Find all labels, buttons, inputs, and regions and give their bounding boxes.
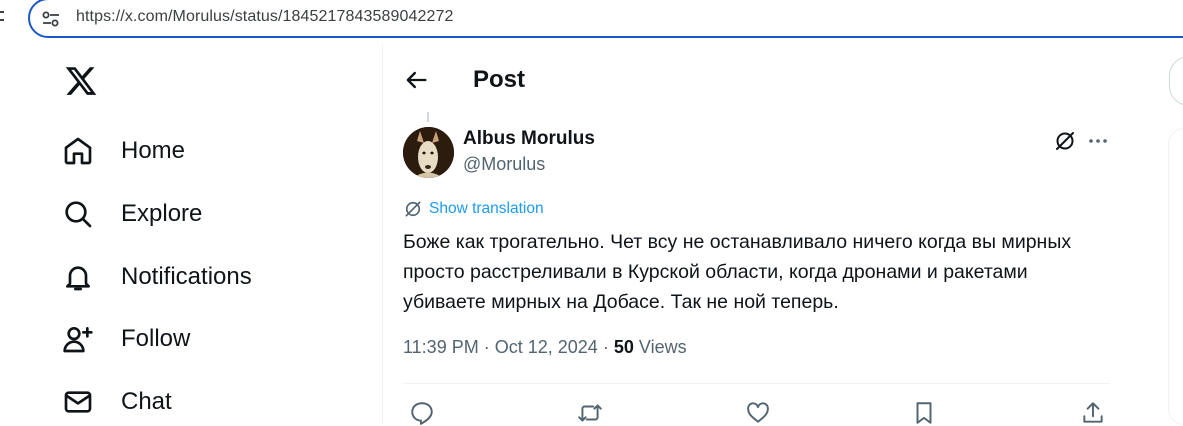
views-count: 50	[613, 337, 634, 357]
show-translation-link[interactable]: Show translation	[429, 200, 544, 218]
nav-item-notifications[interactable]: Notifications	[62, 257, 252, 297]
avatar[interactable]	[403, 127, 454, 178]
x-logo-icon[interactable]	[64, 64, 98, 98]
grok-icon[interactable]	[1053, 129, 1077, 153]
nav-label-chat: Chat	[121, 388, 172, 415]
browser-toolbar: https://x.com/Morulus/status/18452178435…	[0, 0, 1183, 44]
more-options-icon[interactable]	[1086, 129, 1110, 153]
page-title: Post	[473, 66, 526, 93]
tweet-time[interactable]: 11:39 PM	[403, 337, 479, 357]
search-icon	[62, 198, 94, 230]
site-settings-icon[interactable]	[41, 10, 61, 28]
repost-icon[interactable]	[577, 400, 603, 426]
bookmark-icon[interactable]	[911, 400, 937, 426]
meta-separator: ·	[483, 337, 490, 357]
views-label: Views	[638, 337, 687, 357]
thread-line	[427, 112, 429, 122]
tweet-meta: 11:39 PM · Oct 12, 2024 · 50 Views	[403, 337, 687, 358]
reply-icon[interactable]	[409, 400, 435, 426]
nav-label-notifications: Notifications	[121, 263, 252, 290]
person-add-icon	[62, 323, 94, 355]
partial-icon	[0, 11, 4, 21]
show-translation[interactable]: Show translation	[403, 199, 544, 219]
nav-item-explore[interactable]: Explore	[62, 194, 202, 234]
column-divider	[382, 44, 383, 425]
author-handle[interactable]: @Morulus	[463, 154, 545, 175]
translate-icon	[405, 201, 421, 217]
search-box-partial[interactable]	[1169, 56, 1183, 106]
divider	[403, 383, 1110, 384]
nav-label-explore: Explore	[121, 200, 203, 227]
back-arrow-icon[interactable]	[402, 66, 430, 94]
author-name[interactable]: Albus Morulus	[463, 128, 595, 150]
nav-item-home[interactable]: Home	[62, 131, 185, 171]
home-icon	[62, 135, 94, 167]
bell-icon	[62, 261, 94, 293]
nav-label-follow: Follow	[121, 325, 191, 352]
nav-item-follow[interactable]: Follow	[62, 319, 190, 359]
share-icon[interactable]	[1080, 400, 1106, 426]
dog-avatar-icon	[403, 127, 454, 178]
like-icon[interactable]	[745, 400, 771, 426]
url-bar[interactable]: https://x.com/Morulus/status/18452178435…	[28, 0, 1183, 38]
url-text[interactable]: https://x.com/Morulus/status/18452178435…	[76, 8, 454, 26]
nav-label-home: Home	[121, 137, 186, 164]
tweet-date[interactable]: Oct 12, 2024	[495, 337, 598, 357]
envelope-icon	[62, 386, 94, 418]
nav-item-chat[interactable]: Chat	[62, 382, 172, 422]
tweet-text: Боже как трогательно. Чет всу не останав…	[403, 231, 1072, 313]
meta-separator-2: ·	[602, 337, 609, 357]
sidebar-card-partial	[1168, 128, 1183, 425]
